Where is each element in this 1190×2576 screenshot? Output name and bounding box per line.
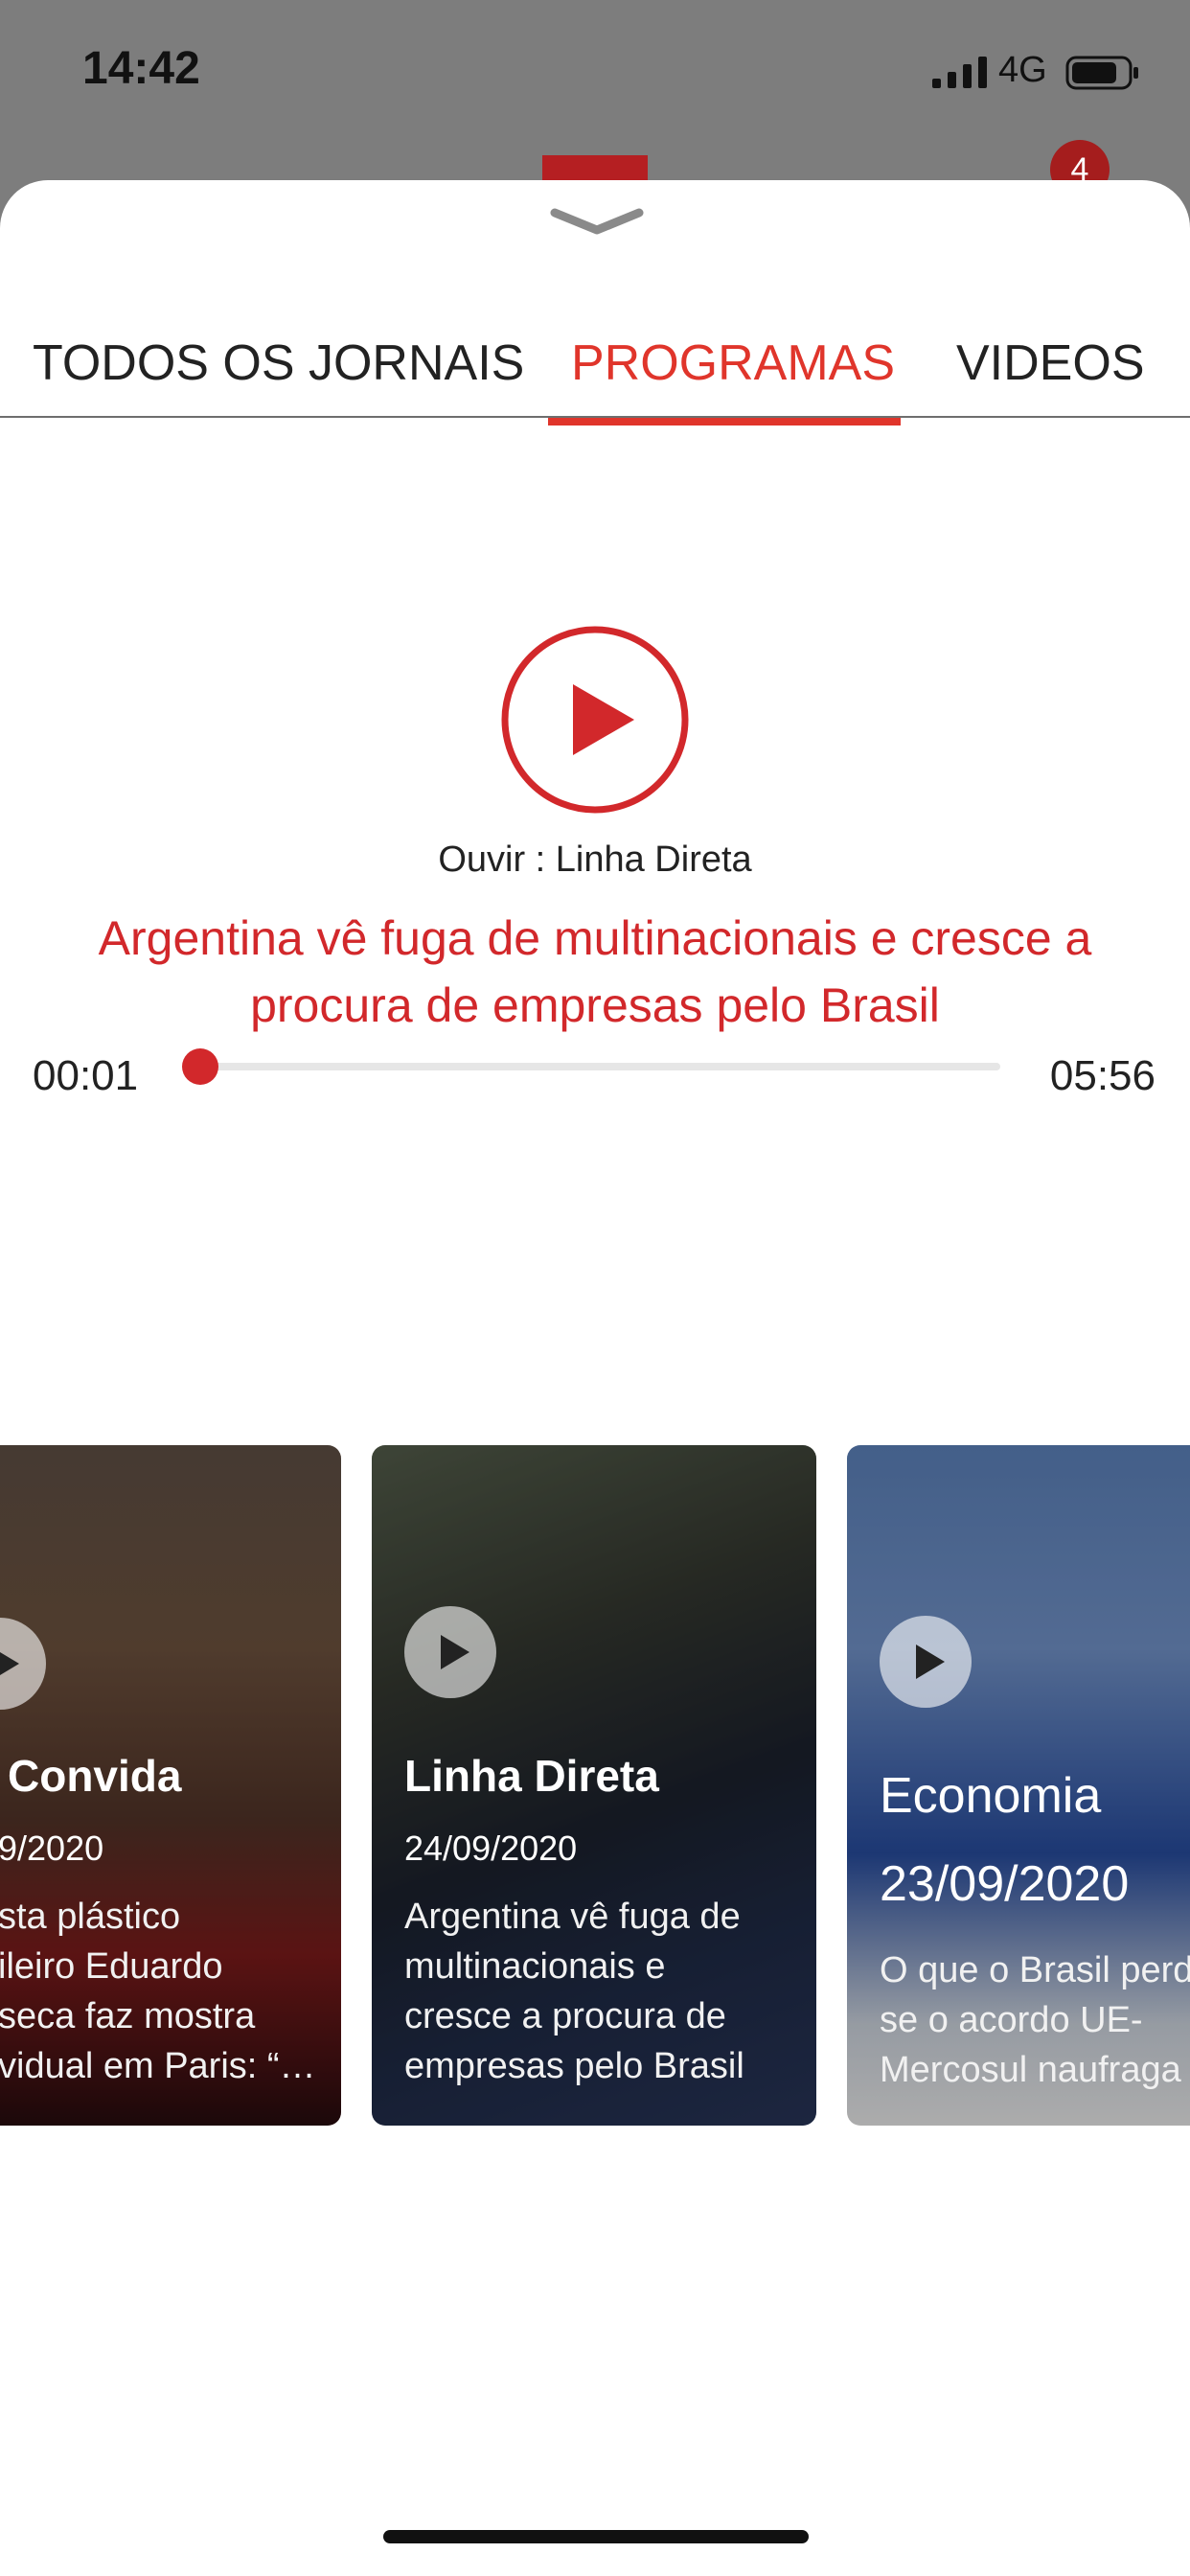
signal-icon [932,57,987,88]
program-card[interactable]: Economia 23/09/2020 O que o Brasil perd … [847,1445,1190,2126]
card-date: 9/2020 [0,1828,104,1868]
status-bar: 14:42 4G [0,0,1190,144]
total-duration: 05:56 [1049,1052,1156,1099]
card-title: Convida [8,1751,182,1801]
card-date: 24/09/2020 [404,1828,578,1868]
play-icon[interactable] [0,1616,48,1712]
tab-videos[interactable]: VIDEOS [956,324,1145,416]
program-card[interactable]: Linha Direta 24/09/2020 Argentina vê fug… [372,1445,816,2126]
play-button[interactable] [500,625,690,815]
program-card[interactable]: Convida 9/2020 sta plástico ileiro Eduar… [0,1445,341,2126]
tab-todos-os-jornais[interactable]: TODOS OS JORNAIS [33,324,524,416]
progress-knob[interactable] [182,1048,218,1085]
chevron-down-icon[interactable] [549,205,645,240]
active-tab-indicator [548,418,901,426]
home-indicator[interactable] [383,2530,809,2543]
tab-bar: TODOS OS JORNAIS PROGRAMAS VIDEOS [0,324,1190,418]
card-description: sta plástico ileiro Eduardo seca faz mos… [0,1897,316,2086]
progress-track[interactable] [197,1063,1000,1070]
card-title: Economia [880,1768,1102,1824]
play-icon[interactable] [878,1614,973,1710]
status-time: 14:42 [82,43,200,94]
player-sheet: TODOS OS JORNAIS PROGRAMAS VIDEOS [0,180,1190,2576]
card-description: O que o Brasil perd se o acordo UE- Merc… [880,1950,1190,2090]
card-date: 23/09/2020 [880,1856,1130,1912]
elapsed-time: 00:01 [33,1052,139,1099]
play-icon[interactable] [402,1604,498,1700]
tab-programas[interactable]: PROGRAMAS [571,324,895,416]
listen-label: Ouvir : Linha Direta [438,840,752,880]
card-description: Argentina vê fuga de multinacionais e cr… [404,1897,744,2086]
episode-headline: Argentina vê fuga de multinacionais e cr… [98,911,1092,1032]
network-type: 4G [998,50,1047,90]
card-title: Linha Direta [404,1751,659,1801]
battery-icon [1065,56,1138,90]
